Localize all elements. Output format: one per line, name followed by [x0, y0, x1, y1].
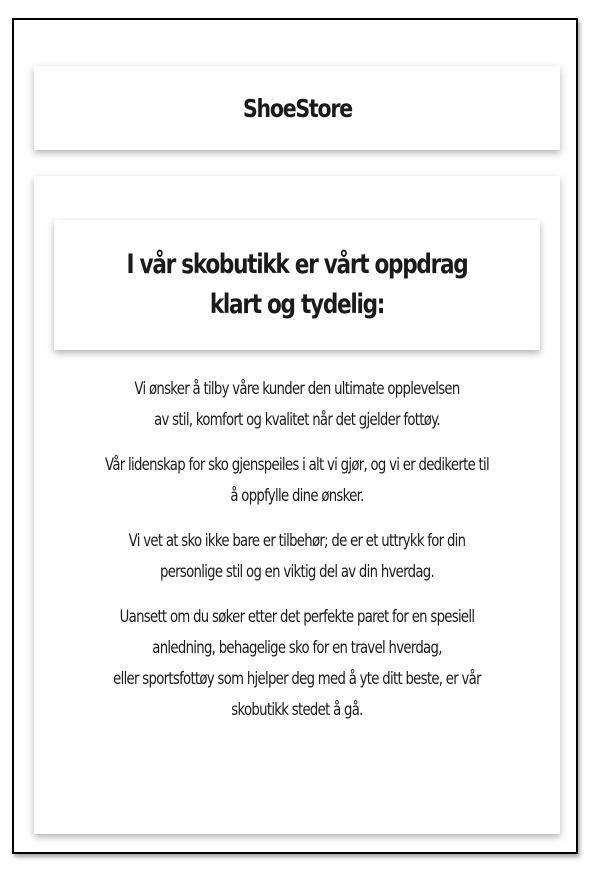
- page-frame: ShoeStore I vår skobutikk er vårt oppdra…: [12, 18, 578, 854]
- site-header: ShoeStore: [34, 66, 560, 150]
- mission-paragraph-2: Vår lidenskap for sko gjenspeiles i alt …: [104, 455, 490, 506]
- mission-heading-card: I vår skobutikk er vårt oppdrag klart og…: [54, 220, 540, 350]
- mission-paragraph-1: Vi ønsker å tilby våre kunder den ultima…: [134, 379, 460, 430]
- site-title: ShoeStore: [242, 93, 353, 123]
- mission-section: I vår skobutikk er vårt oppdrag klart og…: [34, 176, 560, 834]
- mission-paragraph-4-line-1: Uansett om du søker etter det perfekte p…: [119, 607, 475, 658]
- mission-paragraph-3: Vi vet at sko ikke bare er tilbehør; de …: [128, 531, 466, 582]
- mission-body: Vi ønsker å tilby våre kunder den ultima…: [34, 374, 560, 740]
- mission-paragraph-4: Uansett om du søker etter det perfekte p…: [102, 602, 492, 726]
- mission-paragraph-4-line-2: eller sportsfottøy som hjelper deg med å…: [113, 669, 481, 720]
- mission-heading: I vår skobutikk er vårt oppdrag klart og…: [126, 249, 469, 320]
